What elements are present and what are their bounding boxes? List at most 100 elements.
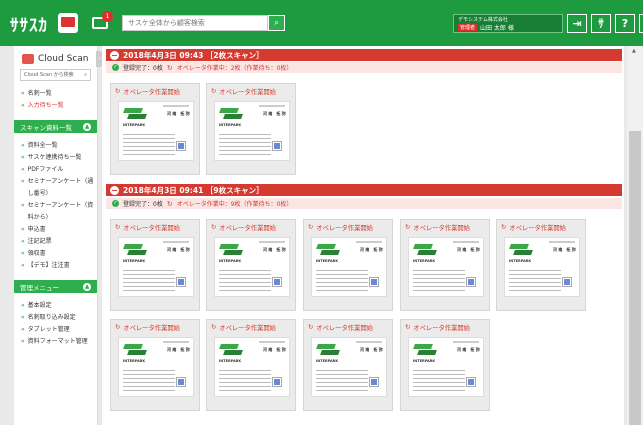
sidebar-item[interactable]: » セミナーアンケート（通し番号） (21, 176, 97, 200)
business-card-item[interactable]: ↻ オペレータ作業開始 INTERPARK 河 南 拓 弥 (303, 219, 393, 311)
sidebar-item[interactable]: » セミナーアンケート（資料から） (21, 200, 97, 224)
business-card-thumbnail[interactable]: INTERPARK 河 南 拓 弥 (214, 337, 290, 397)
business-card-item[interactable]: ↻ オペレータ作業開始 INTERPARK 河 南 拓 弥 (206, 319, 296, 411)
business-card-item[interactable]: ↻ オペレータ作業開始 INTERPARK 河 南 拓 弥 (400, 219, 490, 311)
operator-icon: ↻ (115, 223, 121, 231)
scan-group-header[interactable]: − 2018年4月3日 09:41 ［9枚スキャン］ (106, 184, 622, 196)
card-status: ↻ オペレータ作業開始 (497, 220, 585, 234)
operator-icon: ↻ (308, 323, 314, 331)
export-icon[interactable]: ⇥ (567, 14, 587, 33)
scroll-up-icon[interactable]: ▲ (632, 48, 636, 54)
sidebar-title-label: Cloud Scan (38, 54, 89, 64)
card-company: INTERPARK (509, 259, 532, 263)
business-card-thumbnail[interactable]: INTERPARK 河 南 拓 弥 (408, 337, 484, 397)
business-card-item[interactable]: ↻ オペレータ作業開始 INTERPARK 河 南 拓 弥 (303, 319, 393, 411)
sidebar-item[interactable]: » PDFファイル (21, 164, 97, 176)
app-switch-icon[interactable] (58, 13, 78, 33)
help-icon[interactable]: ? (615, 14, 635, 33)
card-person: 河 南 拓 弥 (167, 111, 190, 116)
check-icon: ✓ (112, 200, 119, 207)
operator-icon: ↻ (308, 223, 314, 231)
business-card-thumbnail[interactable]: INTERPARK 河 南 拓 弥 (118, 101, 194, 161)
company-logo (509, 244, 533, 256)
card-company: INTERPARK (316, 259, 339, 263)
card-details (219, 370, 271, 394)
collapse-icon[interactable]: − (110, 50, 119, 60)
user-company: デモシステム株式会社 (458, 17, 508, 23)
sidebar-item-card-list[interactable]: » 名刺一覧 (21, 88, 97, 100)
business-card-item[interactable]: ↻ オペレータ作業開始 INTERPARK 河 南 拓 弥 (206, 219, 296, 311)
card-status-label: オペレータ作業開始 (413, 324, 470, 332)
collapse-icon[interactable]: − (110, 185, 119, 195)
business-card-thumbnail[interactable]: INTERPARK 河 南 拓 弥 (118, 337, 194, 397)
company-logo (316, 344, 340, 356)
business-card-item[interactable]: ↻ オペレータ作業開始 INTERPARK 河 南 拓 弥 (110, 319, 200, 411)
mail-icon[interactable]: 1 (92, 11, 113, 29)
card-status-label: オペレータ作業開始 (219, 88, 276, 96)
app-logo[interactable]: ｻｻｽｶ (10, 11, 78, 36)
business-card-thumbnail[interactable]: INTERPARK 河 南 拓 弥 (504, 237, 580, 297)
scan-group-title: 2018年4月3日 09:41 ［9枚スキャン］ (123, 185, 264, 195)
card-details (123, 270, 175, 294)
card-person: 河 南 拓 弥 (457, 247, 480, 252)
sidebar-item[interactable]: » サスケ連携待ち一覧 (21, 152, 97, 164)
business-card-thumbnail[interactable]: INTERPARK 河 南 拓 弥 (408, 237, 484, 297)
business-card-thumbnail[interactable]: INTERPARK 河 南 拓 弥 (311, 237, 387, 297)
global-search-input[interactable]: サスケ全体から顧客検索 (122, 15, 268, 31)
business-card-item[interactable]: ↻ オペレータ作業開始 INTERPARK 河 南 拓 弥 (110, 219, 200, 311)
sidebar-item[interactable]: » 申込書 (21, 224, 97, 236)
business-card-thumbnail[interactable]: INTERPARK 河 南 拓 弥 (118, 237, 194, 297)
sidebar-item[interactable]: » 名刺取り込み設定 (21, 312, 97, 324)
card-title-line (259, 341, 285, 343)
scrollbar-thumb[interactable] (629, 131, 641, 425)
operator-icon: ↻ (211, 87, 217, 95)
logo-icon[interactable]: ｻ (591, 14, 611, 33)
qr-code-icon (562, 277, 572, 287)
card-title-line (356, 341, 382, 343)
sidebar-search-input[interactable]: Cloud Scan から検索 ⌕ (20, 69, 91, 81)
sidebar-item[interactable]: » 注記記票 (21, 236, 97, 248)
card-status-label: オペレータ作業開始 (413, 224, 470, 232)
card-person: 河 南 拓 弥 (263, 111, 286, 116)
collapse-icon[interactable]: ▲ (83, 122, 91, 131)
sidebar-item[interactable]: » 基本設定 (21, 300, 97, 312)
card-title-line (453, 241, 479, 243)
sidebar-item[interactable]: » 領収書 (21, 248, 97, 260)
card-person: 河 南 拓 弥 (457, 347, 480, 352)
card-status: ↻ オペレータ作業開始 (304, 320, 392, 334)
search-icon[interactable]: ⌕ (84, 70, 87, 80)
qr-code-icon (466, 277, 476, 287)
scan-group-header[interactable]: − 2018年4月3日 09:43 ［2枚スキャン］ (106, 49, 622, 61)
card-person: 河 南 拓 弥 (263, 347, 286, 352)
company-logo (219, 108, 243, 120)
card-status: ↻ オペレータ作業開始 (207, 320, 295, 334)
business-card-item[interactable]: ↻ オペレータ作業開始 INTERPARK 河 南 拓 弥 (206, 83, 296, 175)
section-scan-docs[interactable]: スキャン資料一覧 ▲ (14, 120, 97, 133)
company-logo (123, 244, 147, 256)
sidebar-title: Cloud Scan (22, 54, 97, 64)
company-logo (413, 244, 437, 256)
business-card-item[interactable]: ↻ オペレータ作業開始 INTERPARK 河 南 拓 弥 (400, 319, 490, 411)
business-card-item[interactable]: ↻ オペレータ作業開始 INTERPARK 河 南 拓 弥 (110, 83, 200, 175)
business-card-thumbnail[interactable]: INTERPARK 河 南 拓 弥 (311, 337, 387, 397)
sidebar-item-input-pending[interactable]: » 入力待ち一覧 (21, 100, 97, 112)
mail-badge: 1 (102, 11, 113, 22)
section-title: 管理メニュー (20, 283, 59, 292)
card-status-label: オペレータ作業開始 (123, 88, 180, 96)
business-card-thumbnail[interactable]: INTERPARK 河 南 拓 弥 (214, 237, 290, 297)
operator-icon: ↻ (115, 323, 121, 331)
sidebar-item[interactable]: » 資料フォーマット管理 (21, 336, 97, 348)
sidebar-item[interactable]: » 資料全一覧 (21, 140, 97, 152)
sidebar-item[interactable]: » 【デモ】注注書 (21, 260, 97, 272)
business-card-item[interactable]: ↻ オペレータ作業開始 INTERPARK 河 南 拓 弥 (496, 219, 586, 311)
business-card-thumbnail[interactable]: INTERPARK 河 南 拓 弥 (214, 101, 290, 161)
card-status: ↻ オペレータ作業開始 (401, 220, 489, 234)
section-admin-menu[interactable]: 管理メニュー ▲ (14, 280, 97, 293)
user-info[interactable]: デモシステム株式会社 管理者 山田 太郎 様 (453, 14, 563, 33)
sidebar-item[interactable]: » タブレット管理 (21, 324, 97, 336)
search-icon[interactable]: ⌕ (268, 15, 285, 31)
collapse-icon[interactable]: ▲ (83, 282, 91, 291)
card-details (123, 134, 175, 158)
settings-icon[interactable]: ⚙ (639, 14, 643, 33)
scrollbar[interactable]: ▲ (627, 46, 643, 425)
